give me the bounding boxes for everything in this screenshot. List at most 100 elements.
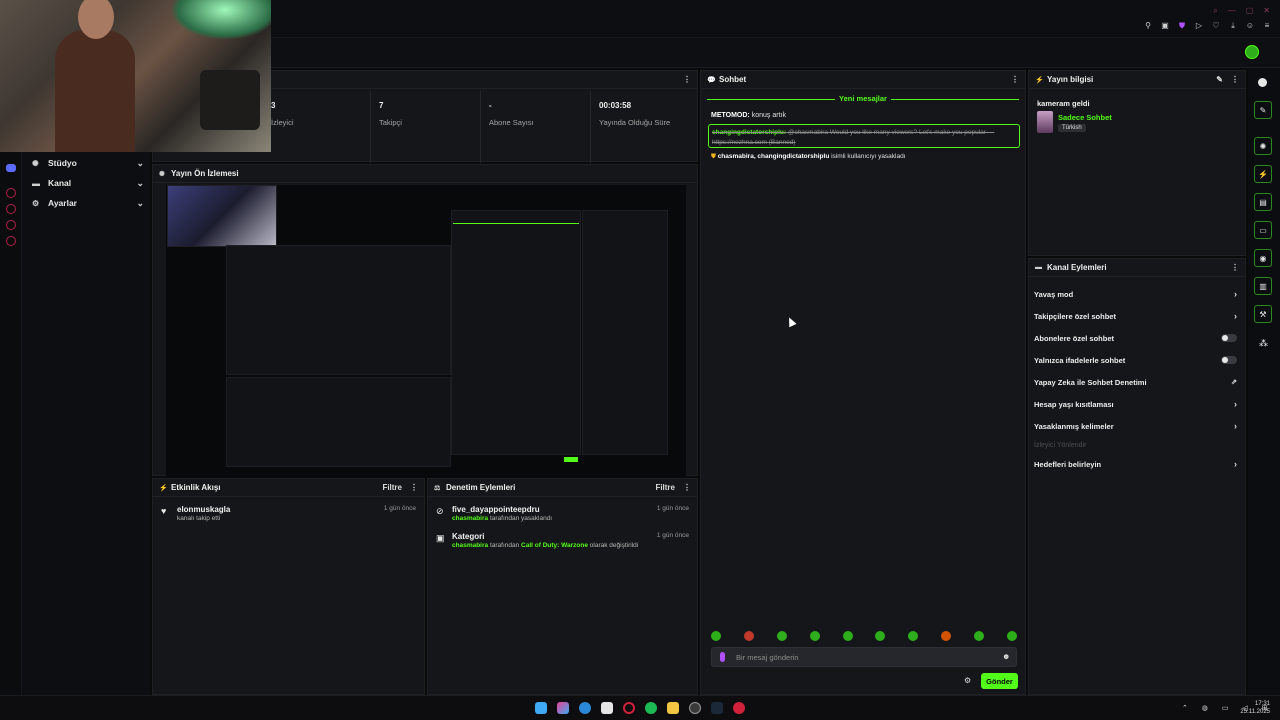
ban-icon: ⊘ (436, 506, 444, 516)
emote-icon[interactable] (809, 631, 820, 641)
emoji-icon[interactable]: ☻ (1002, 652, 1010, 661)
stream-info-head: ⚡ Yayın bilgisi ✎ ⋮ (1029, 71, 1245, 89)
download-icon[interactable]: ⤓ (1228, 21, 1238, 31)
menu-item-studio[interactable]: ✺ Stüdyo ⌄ (32, 155, 144, 171)
broadcast-tool[interactable]: ◉ (1254, 249, 1272, 267)
steam-icon[interactable] (711, 702, 723, 714)
shield-icon[interactable] (6, 220, 16, 230)
action-account-age[interactable]: Hesap yaşı kısıtlaması › (1034, 398, 1237, 410)
minimize-icon[interactable]: — (1228, 6, 1236, 16)
user-icon[interactable]: ☺ (1245, 21, 1255, 31)
shield-icon[interactable]: ⛊ (1177, 21, 1187, 31)
clock-icon[interactable] (6, 204, 16, 214)
stream-preview[interactable] (166, 185, 686, 477)
wrench-tool[interactable]: ⚒ (1254, 305, 1272, 323)
left-menu: ✺ Stüdyo ⌄ ▬ Kanal ⌄ ⚙ Ayarlar ⌄ (22, 68, 150, 695)
chevron-right-icon: › (1234, 459, 1237, 469)
info-icon[interactable] (1258, 78, 1267, 87)
play-icon[interactable]: ▷ (1194, 21, 1204, 31)
document-tool[interactable]: ▤ (1254, 193, 1272, 211)
windows-start-icon[interactable] (535, 702, 547, 714)
folder-icon[interactable] (667, 702, 679, 714)
menu-item-settings[interactable]: ⚙ Ayarlar ⌄ (32, 195, 144, 211)
moderation-filter-button[interactable]: Filtre (655, 483, 675, 492)
emote-icon[interactable] (908, 631, 919, 641)
window-icon[interactable]: ▣ (1160, 21, 1170, 31)
emote-icon[interactable] (743, 631, 754, 641)
more-icon[interactable]: ⋮ (683, 483, 691, 492)
bolt-tool[interactable]: ⚡ (1254, 165, 1272, 183)
subscribers-only-toggle[interactable] (1221, 334, 1237, 342)
moderation-item: ▣ Kategori chasmabira tarafından Call of… (436, 532, 689, 549)
maximize-icon[interactable]: ▢ (1246, 6, 1254, 16)
layout-tool[interactable]: ▥ (1254, 277, 1272, 295)
bolt-icon: ⚡ (159, 484, 168, 492)
more-icon[interactable]: ⋮ (1231, 75, 1239, 84)
action-emotes-only: Yalnızca ifadelerle sohbet (1034, 354, 1237, 366)
more-icon[interactable]: ⋮ (410, 483, 418, 492)
store-icon[interactable] (601, 702, 613, 714)
category-name[interactable]: Sadece Sohbet (1058, 113, 1112, 122)
heart-icon: ♥ (161, 506, 167, 516)
chat-message-banned: changingdictatorshiplu: @chasmabira Woul… (708, 124, 1020, 148)
preview-panel: ✺ Yayın Ön İzlemesi (152, 164, 698, 477)
toolbar-icons: ⚲ ▣ ⛊ ▷ ♡ ⤓ ☺ ≡ (1143, 21, 1272, 31)
chat-input[interactable] (711, 647, 1017, 667)
emote-icon[interactable] (875, 631, 886, 641)
activity-filter-button[interactable]: Filtre (382, 483, 402, 492)
heart-icon[interactable]: ♡ (1211, 21, 1221, 31)
obs-icon[interactable] (689, 702, 701, 714)
window-controls: ⌕ — ▢ ✕ (1213, 6, 1270, 16)
action-followers-only[interactable]: Takipçilere özel sohbet › (1034, 310, 1237, 322)
action-slow-mode[interactable]: Yavaş mod › (1034, 288, 1237, 300)
preview-nested (226, 245, 451, 375)
chat-tool[interactable]: ▭ (1254, 221, 1272, 239)
chat-icon: 💬 (707, 76, 716, 84)
menu-item-channel[interactable]: ▬ Kanal ⌄ (32, 175, 144, 191)
activity-panel: ⚡ Etkinlik Akışı Filtre ⋮ ♥ elonmuskagla… (152, 478, 425, 695)
search-icon[interactable]: ⌕ (1213, 6, 1217, 16)
moderation-panel-head: ⚖ Denetim Eylemleri Filtre ⋮ (428, 479, 697, 497)
discord-icon[interactable] (6, 164, 16, 172)
emote-icon[interactable] (842, 631, 853, 641)
more-icon[interactable]: ⋮ (1011, 75, 1019, 84)
stat-subscribers: - Abone Sayısı (481, 91, 591, 163)
edit-icon[interactable]: ✎ (1216, 75, 1223, 84)
channel-icon: ▬ (32, 178, 40, 188)
channel-icon: ▬ (1035, 264, 1042, 271)
edit-tool[interactable]: ✎ (1254, 101, 1272, 119)
close-icon[interactable]: ✕ (1263, 6, 1270, 16)
apps-icon[interactable]: ⁂ (1259, 338, 1268, 349)
spotify-icon[interactable] (645, 702, 657, 714)
edge-icon[interactable] (579, 702, 591, 714)
emote-icon[interactable] (776, 631, 787, 641)
action-banned-words[interactable]: Yasaklanmış kelimeler › (1034, 420, 1237, 432)
mic-icon[interactable] (720, 652, 725, 662)
opera-icon[interactable] (623, 702, 635, 714)
circle-icon[interactable] (6, 188, 16, 198)
menu-icon[interactable]: ≡ (1262, 21, 1272, 31)
emotes-only-toggle[interactable] (1221, 356, 1237, 364)
copilot-icon[interactable] (557, 702, 569, 714)
tool-rail: ✎ ✺ ⚡ ▤ ▭ ◉ ▥ ⚒ ⁂ (1248, 68, 1280, 695)
record-icon[interactable] (733, 702, 745, 714)
emote-icon[interactable] (974, 631, 984, 641)
emote-icon[interactable] (1006, 631, 1017, 641)
avatar[interactable] (1245, 45, 1259, 59)
chat-settings-icon[interactable]: ⚙ (964, 676, 971, 685)
more-icon[interactable]: ⋮ (1231, 263, 1239, 272)
action-ai-moderation[interactable]: Yapay Zeka ile Sohbet Denetimi ⇗ (1034, 376, 1237, 388)
clock[interactable]: 17:31 25.11.2025 (1240, 700, 1270, 716)
settings-icon[interactable] (6, 236, 16, 246)
new-messages-divider: Yeni mesajlar (707, 94, 1019, 103)
action-goals[interactable]: Hedefleri belirleyin › (1034, 458, 1237, 470)
emote-icon[interactable] (941, 631, 952, 641)
emote-icon[interactable] (711, 631, 721, 641)
chevron-down-icon: ⌄ (136, 177, 144, 188)
ban-notice-icon: ⛊ (711, 153, 716, 160)
pin-icon[interactable]: ⚲ (1143, 21, 1153, 31)
send-button[interactable]: Gönder (981, 673, 1018, 689)
preview-send (564, 457, 578, 462)
more-icon[interactable]: ⋮ (683, 75, 691, 84)
preview-tool[interactable]: ✺ (1254, 137, 1272, 155)
